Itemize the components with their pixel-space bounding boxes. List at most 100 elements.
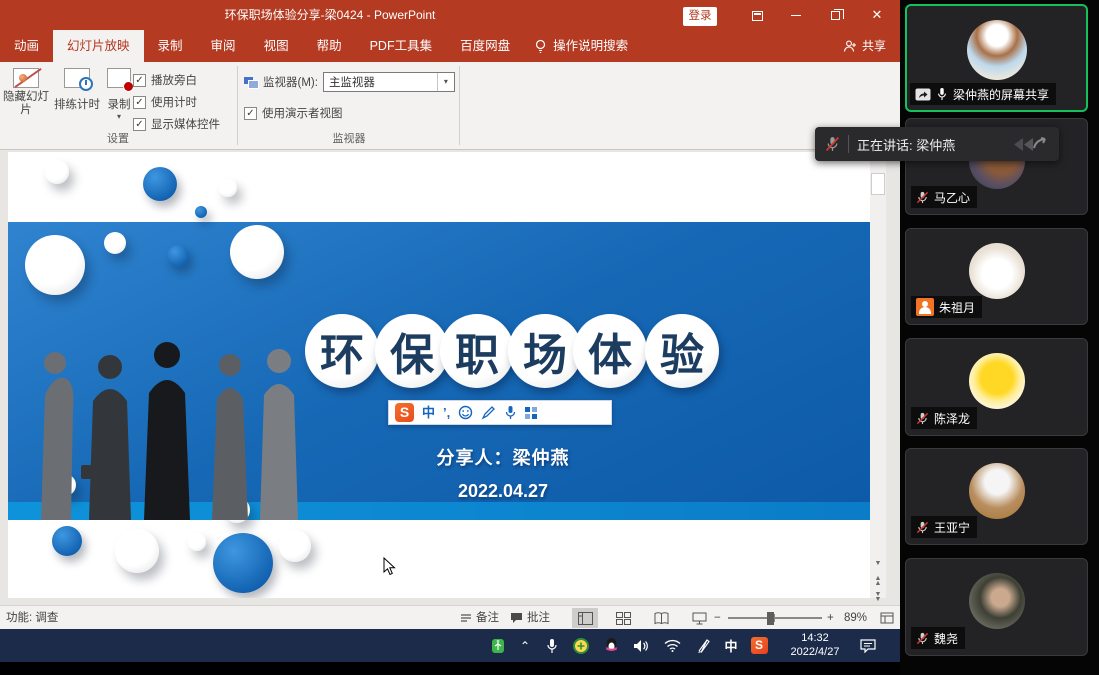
participant-label: 梁仲燕的屏幕共享 xyxy=(910,83,1056,105)
checkbox-checked-icon: ✓ xyxy=(133,74,146,87)
scroll-down-icon[interactable]: ▼ xyxy=(870,560,886,567)
powerpoint-window: 环保职场体验分享-梁0424 - PowerPoint 登录 ✕ 动画 幻灯片放… xyxy=(0,0,900,663)
participant-tile-screen-share[interactable]: 梁仲燕的屏幕共享 xyxy=(905,4,1088,112)
notes-button[interactable]: 备注 xyxy=(460,606,499,630)
participant-tile[interactable]: 王亚宁 xyxy=(905,448,1088,545)
rehearse-timings-icon xyxy=(64,68,90,88)
hide-slide-button[interactable]: 隐藏幻灯片 xyxy=(2,66,50,117)
coin-app-tray-icon[interactable] xyxy=(570,629,592,662)
fit-slide-to-window-button[interactable] xyxy=(876,608,898,628)
share-label: 共享 xyxy=(862,30,886,62)
zoom-slider-tick xyxy=(774,614,775,622)
decor-circle xyxy=(188,533,206,551)
emoji-icon[interactable] xyxy=(458,405,473,420)
toast-divider xyxy=(848,135,849,153)
business-people-silhouettes xyxy=(15,315,300,520)
vertical-scrollbar[interactable]: ▲ ▼ ▲▲ ▼▼ xyxy=(870,152,886,598)
scrollbar-thumb[interactable] xyxy=(871,173,885,195)
participant-label: 陈泽龙 xyxy=(911,407,977,429)
taskbar-time: 14:32 xyxy=(782,631,848,645)
participant-tile[interactable]: 魏尧 xyxy=(905,558,1088,656)
tab-baidu-netdisk[interactable]: 百度网盘 xyxy=(446,30,524,62)
notes-label: 备注 xyxy=(476,606,499,630)
slide-sorter-view-button[interactable] xyxy=(610,608,636,628)
ribbon-display-options-icon[interactable] xyxy=(740,0,774,30)
taskbar-date: 2022/4/27 xyxy=(782,645,848,659)
tab-record[interactable]: 录制 xyxy=(144,30,197,62)
decor-circle xyxy=(104,232,126,254)
meeting-participants-sidebar: 梁仲燕的屏幕共享 马乙心 朱祖月 陈泽龙 xyxy=(900,0,1099,675)
minimize-icon[interactable] xyxy=(779,0,813,30)
sogou-logo-icon[interactable]: S xyxy=(395,403,414,422)
record-dropdown-chevron-icon[interactable]: ▾ xyxy=(104,112,134,121)
tab-pdf-tools[interactable]: PDF工具集 xyxy=(356,30,447,62)
zoom-out-button[interactable]: − xyxy=(714,606,721,630)
tell-me-search[interactable]: 操作说明搜索 xyxy=(524,30,638,62)
ime-indicator-tray[interactable]: 中 xyxy=(720,629,742,662)
volume-tray-icon[interactable] xyxy=(630,629,652,662)
login-button[interactable]: 登录 xyxy=(683,7,717,26)
tab-help[interactable]: 帮助 xyxy=(303,30,356,62)
slideshow-view-button[interactable] xyxy=(686,608,712,628)
rehearse-timings-label: 排练计时 xyxy=(50,96,104,112)
wifi-tray-icon[interactable] xyxy=(660,629,684,662)
record-button[interactable]: 录制 ▾ xyxy=(104,66,134,121)
tab-animation[interactable]: 动画 xyxy=(0,30,53,62)
tab-slideshow[interactable]: 幻灯片放映 xyxy=(53,30,144,62)
participant-name: 王亚宁 xyxy=(934,519,970,536)
reading-view-button[interactable] xyxy=(648,608,674,628)
monitor-dropdown[interactable]: 主监视器 ▾ xyxy=(323,72,455,92)
notes-icon xyxy=(460,613,472,623)
presenter-view-checkbox[interactable]: ✓ 使用演示者视图 xyxy=(244,102,343,124)
slide-canvas[interactable]: 环 保 职 场 体 验 S 中 ’, xyxy=(8,152,876,598)
avatar xyxy=(969,463,1025,519)
qq-tray-icon[interactable] xyxy=(600,629,622,662)
slide-editing-area: 环 保 职 场 体 验 S 中 ’, xyxy=(0,150,900,605)
participant-tile[interactable]: 陈泽龙 xyxy=(905,338,1088,436)
ime-mode-chinese[interactable]: 中 xyxy=(422,401,435,424)
mic-icon[interactable] xyxy=(504,405,517,420)
restore-icon[interactable] xyxy=(818,0,852,30)
tray-expand-chevron-icon[interactable]: ⌃ xyxy=(514,629,536,662)
zoom-slider-handle[interactable] xyxy=(767,612,774,625)
decor-circle xyxy=(230,225,284,279)
ime-menu-grid-icon[interactable] xyxy=(525,407,537,419)
ime-punctuation-icon[interactable]: ’, xyxy=(443,401,450,424)
usb-device-tray-icon[interactable] xyxy=(486,629,510,662)
pen-input-tray-icon[interactable] xyxy=(692,629,716,662)
play-narrations-checkbox[interactable]: ✓ 播放旁白 xyxy=(133,69,220,91)
ribbon-content: 隐藏幻灯片 排练计时 录制 ▾ ✓ 播放旁白 ✓ 使用计时 xyxy=(0,62,900,150)
close-icon[interactable]: ✕ xyxy=(860,0,894,30)
share-button[interactable]: 共享 xyxy=(837,30,892,62)
sogou-tray-icon[interactable]: S xyxy=(748,629,770,662)
previous-slide-icon[interactable]: ▲▲ xyxy=(870,576,886,586)
participant-tile[interactable]: 朱祖月 xyxy=(905,228,1088,325)
sogou-ime-toolbar[interactable]: S 中 ’, xyxy=(388,400,612,425)
normal-view-button[interactable] xyxy=(572,608,598,628)
use-timings-checkbox[interactable]: ✓ 使用计时 xyxy=(133,91,220,113)
rehearse-timings-button[interactable]: 排练计时 xyxy=(50,66,104,112)
mic-muted-icon xyxy=(916,412,929,425)
zoom-level[interactable]: 89% xyxy=(844,606,867,630)
window-title: 环保职场体验分享-梁0424 - PowerPoint xyxy=(60,0,600,30)
decor-circle xyxy=(25,235,85,295)
mic-muted-icon xyxy=(916,191,929,204)
undo-arrows-icon[interactable] xyxy=(1009,135,1049,153)
slide-title-char: 环 xyxy=(305,314,379,388)
ribbon-tab-row: 动画 幻灯片放映 录制 审阅 视图 帮助 PDF工具集 百度网盘 操作说明搜索 … xyxy=(0,30,900,62)
dropdown-arrow-icon[interactable]: ▾ xyxy=(437,73,454,91)
comments-button[interactable]: 批注 xyxy=(510,606,550,630)
microphone-tray-icon[interactable] xyxy=(541,629,563,662)
next-slide-icon[interactable]: ▼▼ xyxy=(870,592,886,602)
taskbar-clock[interactable]: 14:32 2022/4/27 xyxy=(782,631,848,659)
zoom-in-button[interactable]: + xyxy=(827,606,834,630)
pencil-icon[interactable] xyxy=(481,405,496,420)
participant-name: 魏尧 xyxy=(934,630,958,647)
decor-circle xyxy=(143,167,177,201)
tab-view[interactable]: 视图 xyxy=(250,30,303,62)
decor-circle xyxy=(279,530,311,562)
action-center-icon[interactable] xyxy=(856,629,880,662)
mic-on-icon xyxy=(936,87,948,101)
tab-review[interactable]: 审阅 xyxy=(197,30,250,62)
zoom-slider-track[interactable] xyxy=(728,617,822,619)
